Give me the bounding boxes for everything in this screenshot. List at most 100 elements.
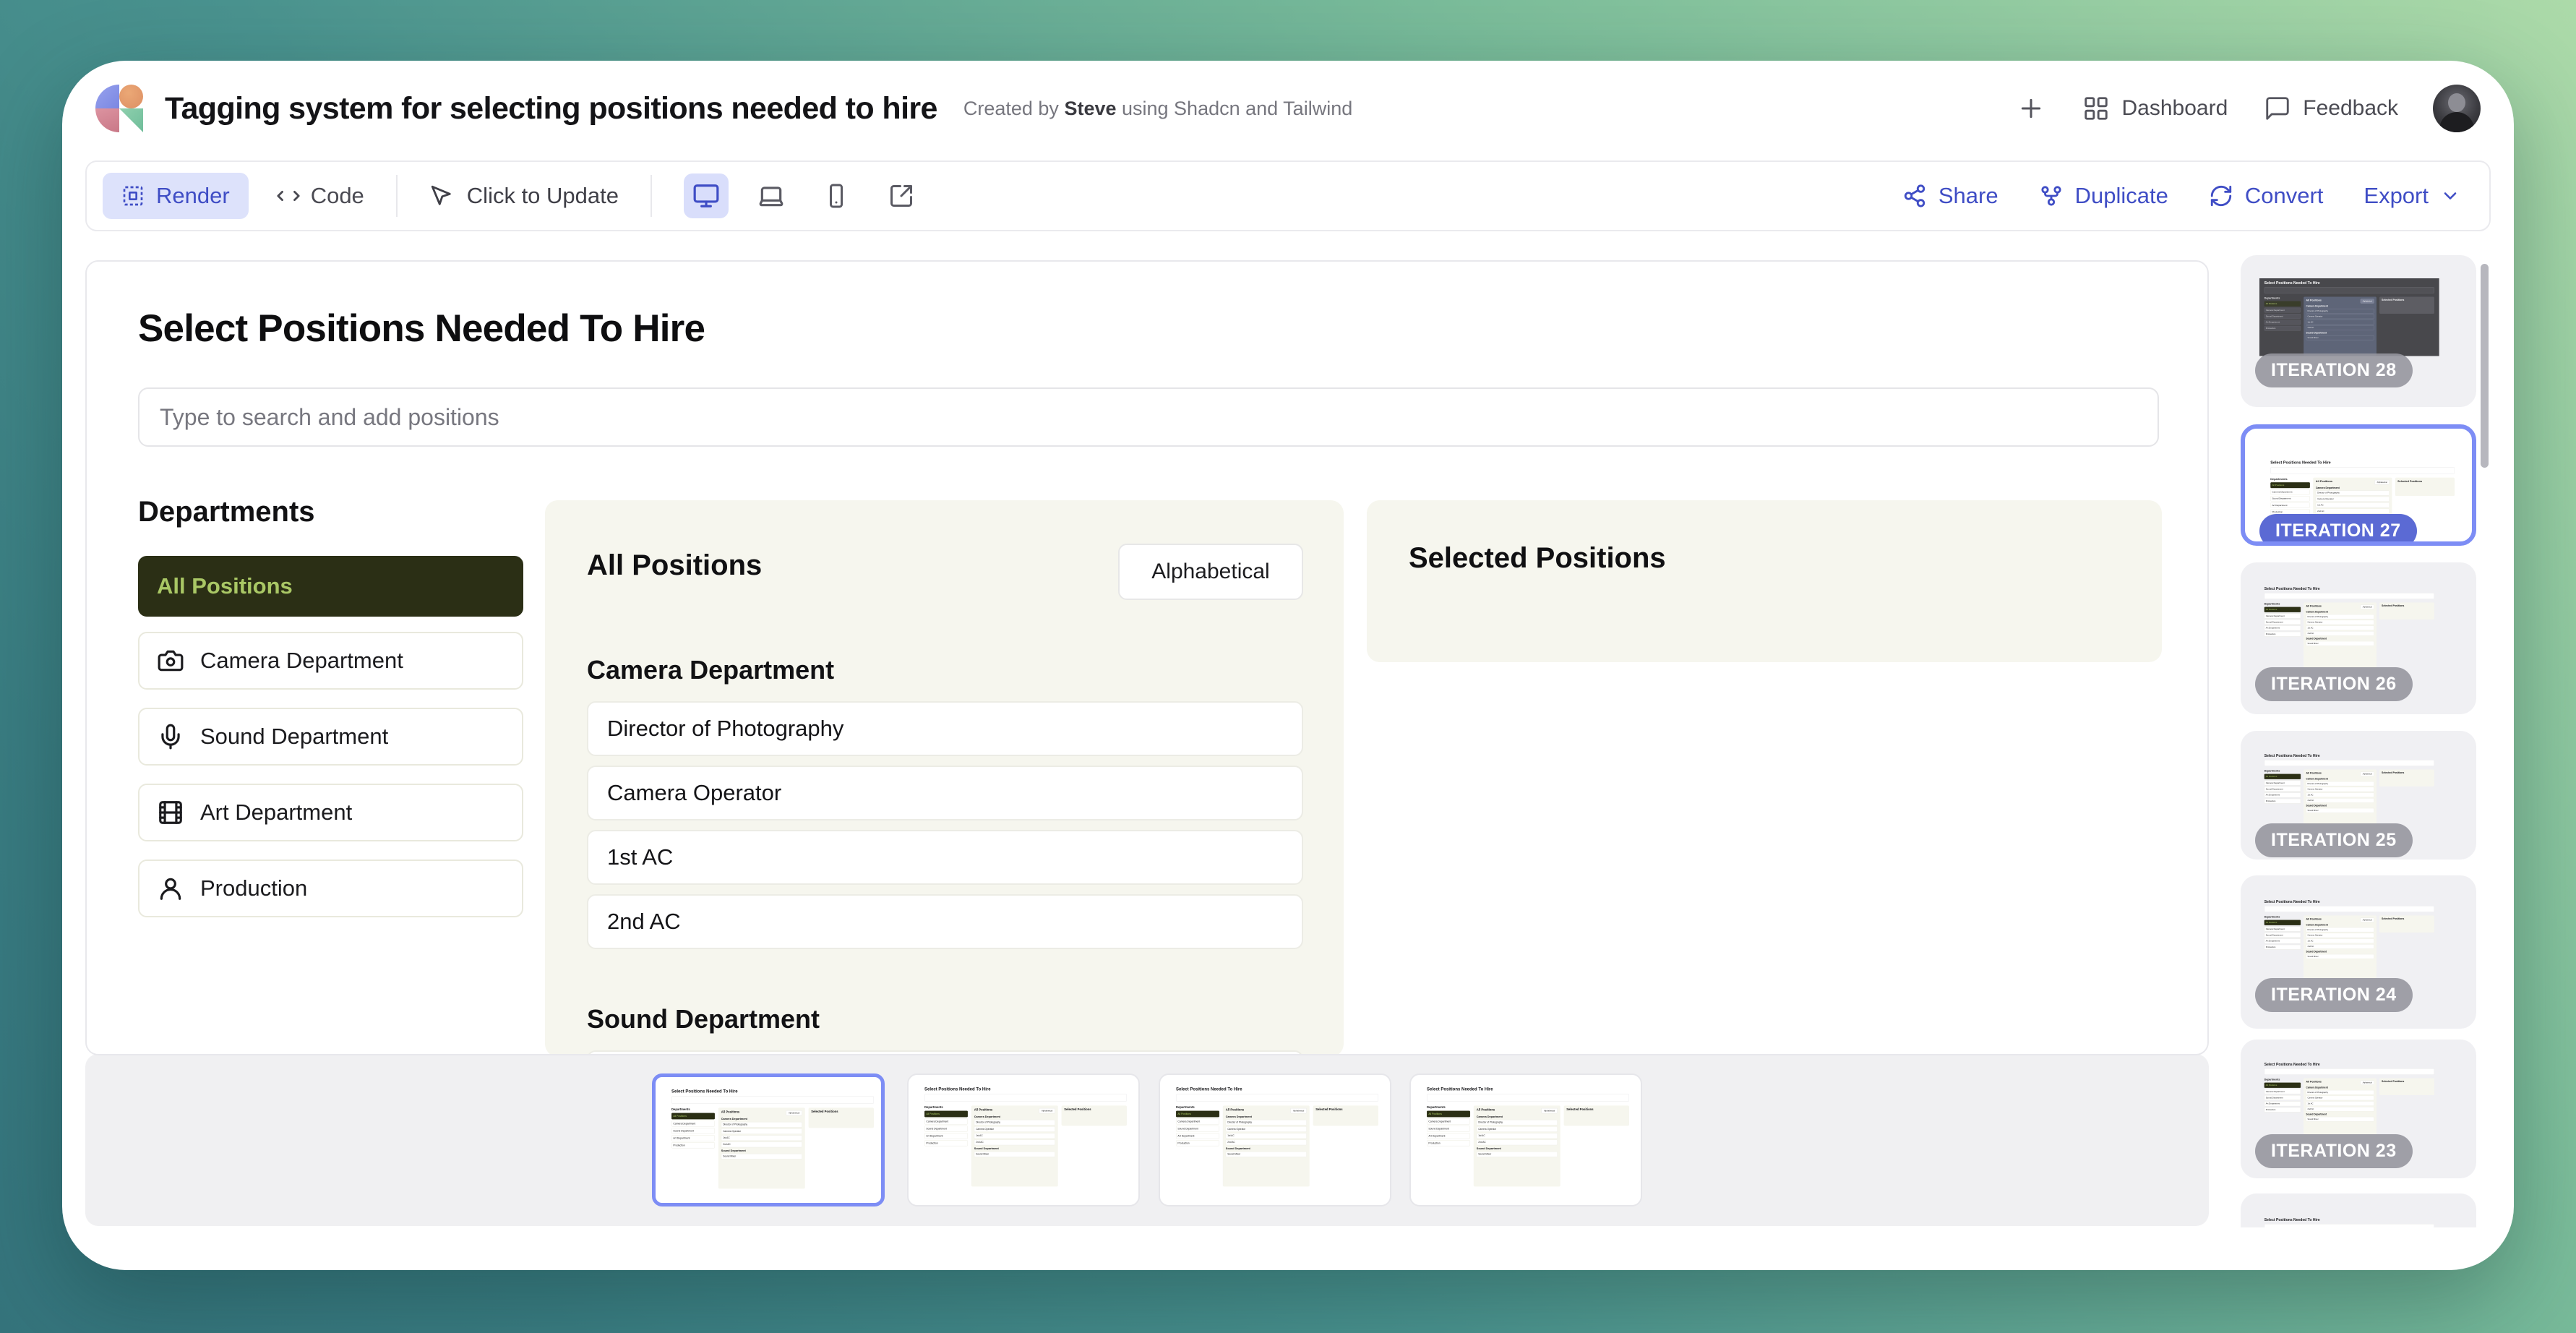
mini-app-preview: Select Positions Needed To HireDepartmen… [2259,278,2439,356]
mini-departments-heading: Departments [2264,1079,2301,1081]
department-button-camera-department[interactable]: Camera Department [138,632,523,690]
mini-department-button: Camera Department [2264,308,2301,313]
mini-department-button: Sound Department [2264,1095,2301,1100]
mini-positions-heading: All Positions [2306,772,2322,775]
filmstrip-thumbnail[interactable]: Select Positions Needed To HireDepartmen… [1409,1073,1642,1206]
department-button-sound-department[interactable]: Sound Department [138,708,523,766]
mini-department-button: Art Department [2264,792,2301,797]
iteration-card[interactable]: Select Positions Needed To HireDepartmen… [2241,255,2476,407]
user-avatar[interactable] [2433,85,2481,132]
mini-selected-panel: Selected Positions [1564,1105,1629,1126]
mini-department-button: Production [2264,1107,2301,1113]
mini-position-item: Director of Photography [1477,1120,1558,1126]
mini-selected-heading: Selected Positions [2382,771,2432,774]
mini-position-item: 1st AC [2306,625,2374,630]
departments-section: Departments All PositionsCamera Departme… [138,496,523,935]
mini-group-heading: Sound Department [2306,638,2374,640]
mini-departments-heading: Departments [2270,478,2310,481]
laptop-view-button[interactable] [749,173,794,218]
position-item[interactable]: 1st AC [587,830,1303,885]
mini-sort-button: Alphabetical [2361,1081,2374,1085]
code-tab[interactable]: Code [276,183,364,209]
iteration-label-badge: ITERATION 25 [2255,823,2413,857]
mini-position-item: Director of Photography [2306,614,2374,619]
share-icon [1902,184,1927,208]
toolbar-right: Share Duplicate Convert Export [1902,183,2473,209]
mini-search-bar [2270,467,2455,473]
iteration-card[interactable]: Select Positions Needed To HireDepartmen… [2241,424,2476,546]
duplicate-button[interactable]: Duplicate [2039,183,2168,209]
mini-position-item: Director of Photography [721,1122,802,1128]
mini-departments-heading: Departments [2264,297,2301,300]
mini-group-heading: Camera Department [974,1115,1055,1118]
mini-search-bar [671,1096,874,1103]
mini-department-button: Production [1176,1140,1219,1146]
mini-selected-panel: Selected Positions [1313,1105,1378,1126]
mini-app-title: Select Positions Needed To Hire [2264,754,2320,758]
mini-group-heading: Sound Department [974,1147,1055,1150]
mini-position-item: 1st AC [2306,938,2374,943]
mini-department-button: Sound Department [924,1126,968,1131]
department-label: All Positions [157,573,293,599]
department-button-art-department[interactable]: Art Department [138,784,523,841]
export-button[interactable]: Export [2364,183,2460,209]
plus-icon[interactable] [2016,93,2046,124]
mini-search-bar [1176,1094,1378,1101]
sidebar-scrollbar[interactable] [2481,264,2489,468]
convert-button[interactable]: Convert [2209,183,2324,209]
mini-app-title: Select Positions Needed To Hire [2264,1063,2320,1067]
mini-department-button: Sound Department [2264,620,2301,625]
mini-department-button: Camera Department [2264,614,2301,619]
mini-position-item: Camera Operator [2306,787,2374,792]
iteration-card[interactable]: Select Positions Needed To HireDepartmen… [2241,731,2476,860]
filmstrip-thumbnail[interactable]: Select Positions Needed To HireDepartmen… [652,1073,885,1206]
position-item[interactable]: Director of Photography [587,701,1303,756]
mini-position-item: Sound Mixer [1226,1152,1307,1157]
search-input[interactable] [138,387,2159,447]
iteration-card[interactable]: Select Positions Needed To HireDepartmen… [2241,875,2476,1029]
render-tab[interactable]: Render [103,173,249,219]
mini-departments-heading: Departments [924,1105,968,1109]
open-external-button[interactable] [879,173,924,218]
mini-department-button: Art Department [2270,502,2310,507]
mini-departments-heading: Departments [1176,1105,1219,1109]
department-button-all-positions[interactable]: All Positions [138,556,523,617]
desktop-view-button[interactable] [684,173,729,218]
mini-departments: DepartmentsAll PositionsCamera Departmen… [2264,297,2301,333]
mobile-view-button[interactable] [814,173,859,218]
mini-position-item: 1st AC [721,1135,802,1141]
click-to-update-button[interactable]: Click to Update [429,183,619,209]
iteration-card[interactable]: Select Positions Needed To HireDepartmen… [2241,1193,2476,1227]
department-button-production[interactable]: Production [138,860,523,917]
mini-department-button: Camera Department [671,1120,715,1126]
filmstrip-thumbnail[interactable]: Select Positions Needed To HireDepartmen… [1159,1073,1391,1206]
feedback-button[interactable]: Feedback [2262,93,2398,124]
iteration-card[interactable]: Select Positions Needed To Hire Departmen… [2241,1040,2476,1178]
share-button[interactable]: Share [1902,183,1998,209]
mini-position-item: Camera Operator [2306,933,2374,938]
dashboard-button[interactable]: Dashboard [2081,93,2228,124]
monitor-icon [692,182,720,210]
laptop-icon [757,182,785,210]
mini-department-button: Camera Department [1176,1118,1219,1124]
mini-positions-heading: All Positions [2316,480,2332,483]
mini-search-bar [2264,287,2434,293]
position-item[interactable]: 2nd AC [587,894,1303,949]
position-item[interactable]: Sound Mixer [587,1050,1303,1055]
person-icon [157,875,184,902]
mini-position-item: 1st AC [1477,1133,1558,1139]
camera-icon [157,647,184,674]
alphabetical-sort-button[interactable]: Alphabetical [1118,544,1303,600]
mini-selected-heading: Selected Positions [2382,917,2432,920]
iteration-card[interactable]: Select Positions Needed To HireDepartmen… [2241,562,2476,714]
mini-group-heading: Camera Department [2306,778,2374,781]
filmstrip-thumbnail[interactable]: Select Positions Needed To HireDepartmen… [907,1073,1140,1206]
mini-department-button: Production [924,1140,968,1146]
mini-departments: DepartmentsAll PositionsCamera Departmen… [2264,916,2301,951]
mini-selected-panel: Selected Positions [1062,1105,1127,1126]
selected-positions-heading: Selected Positions [1409,542,2162,575]
mini-department-button: All Positions [2264,1083,2301,1088]
microphone-icon [157,723,184,750]
mini-position-item: 2nd AC [974,1140,1055,1146]
position-item[interactable]: Camera Operator [587,766,1303,820]
